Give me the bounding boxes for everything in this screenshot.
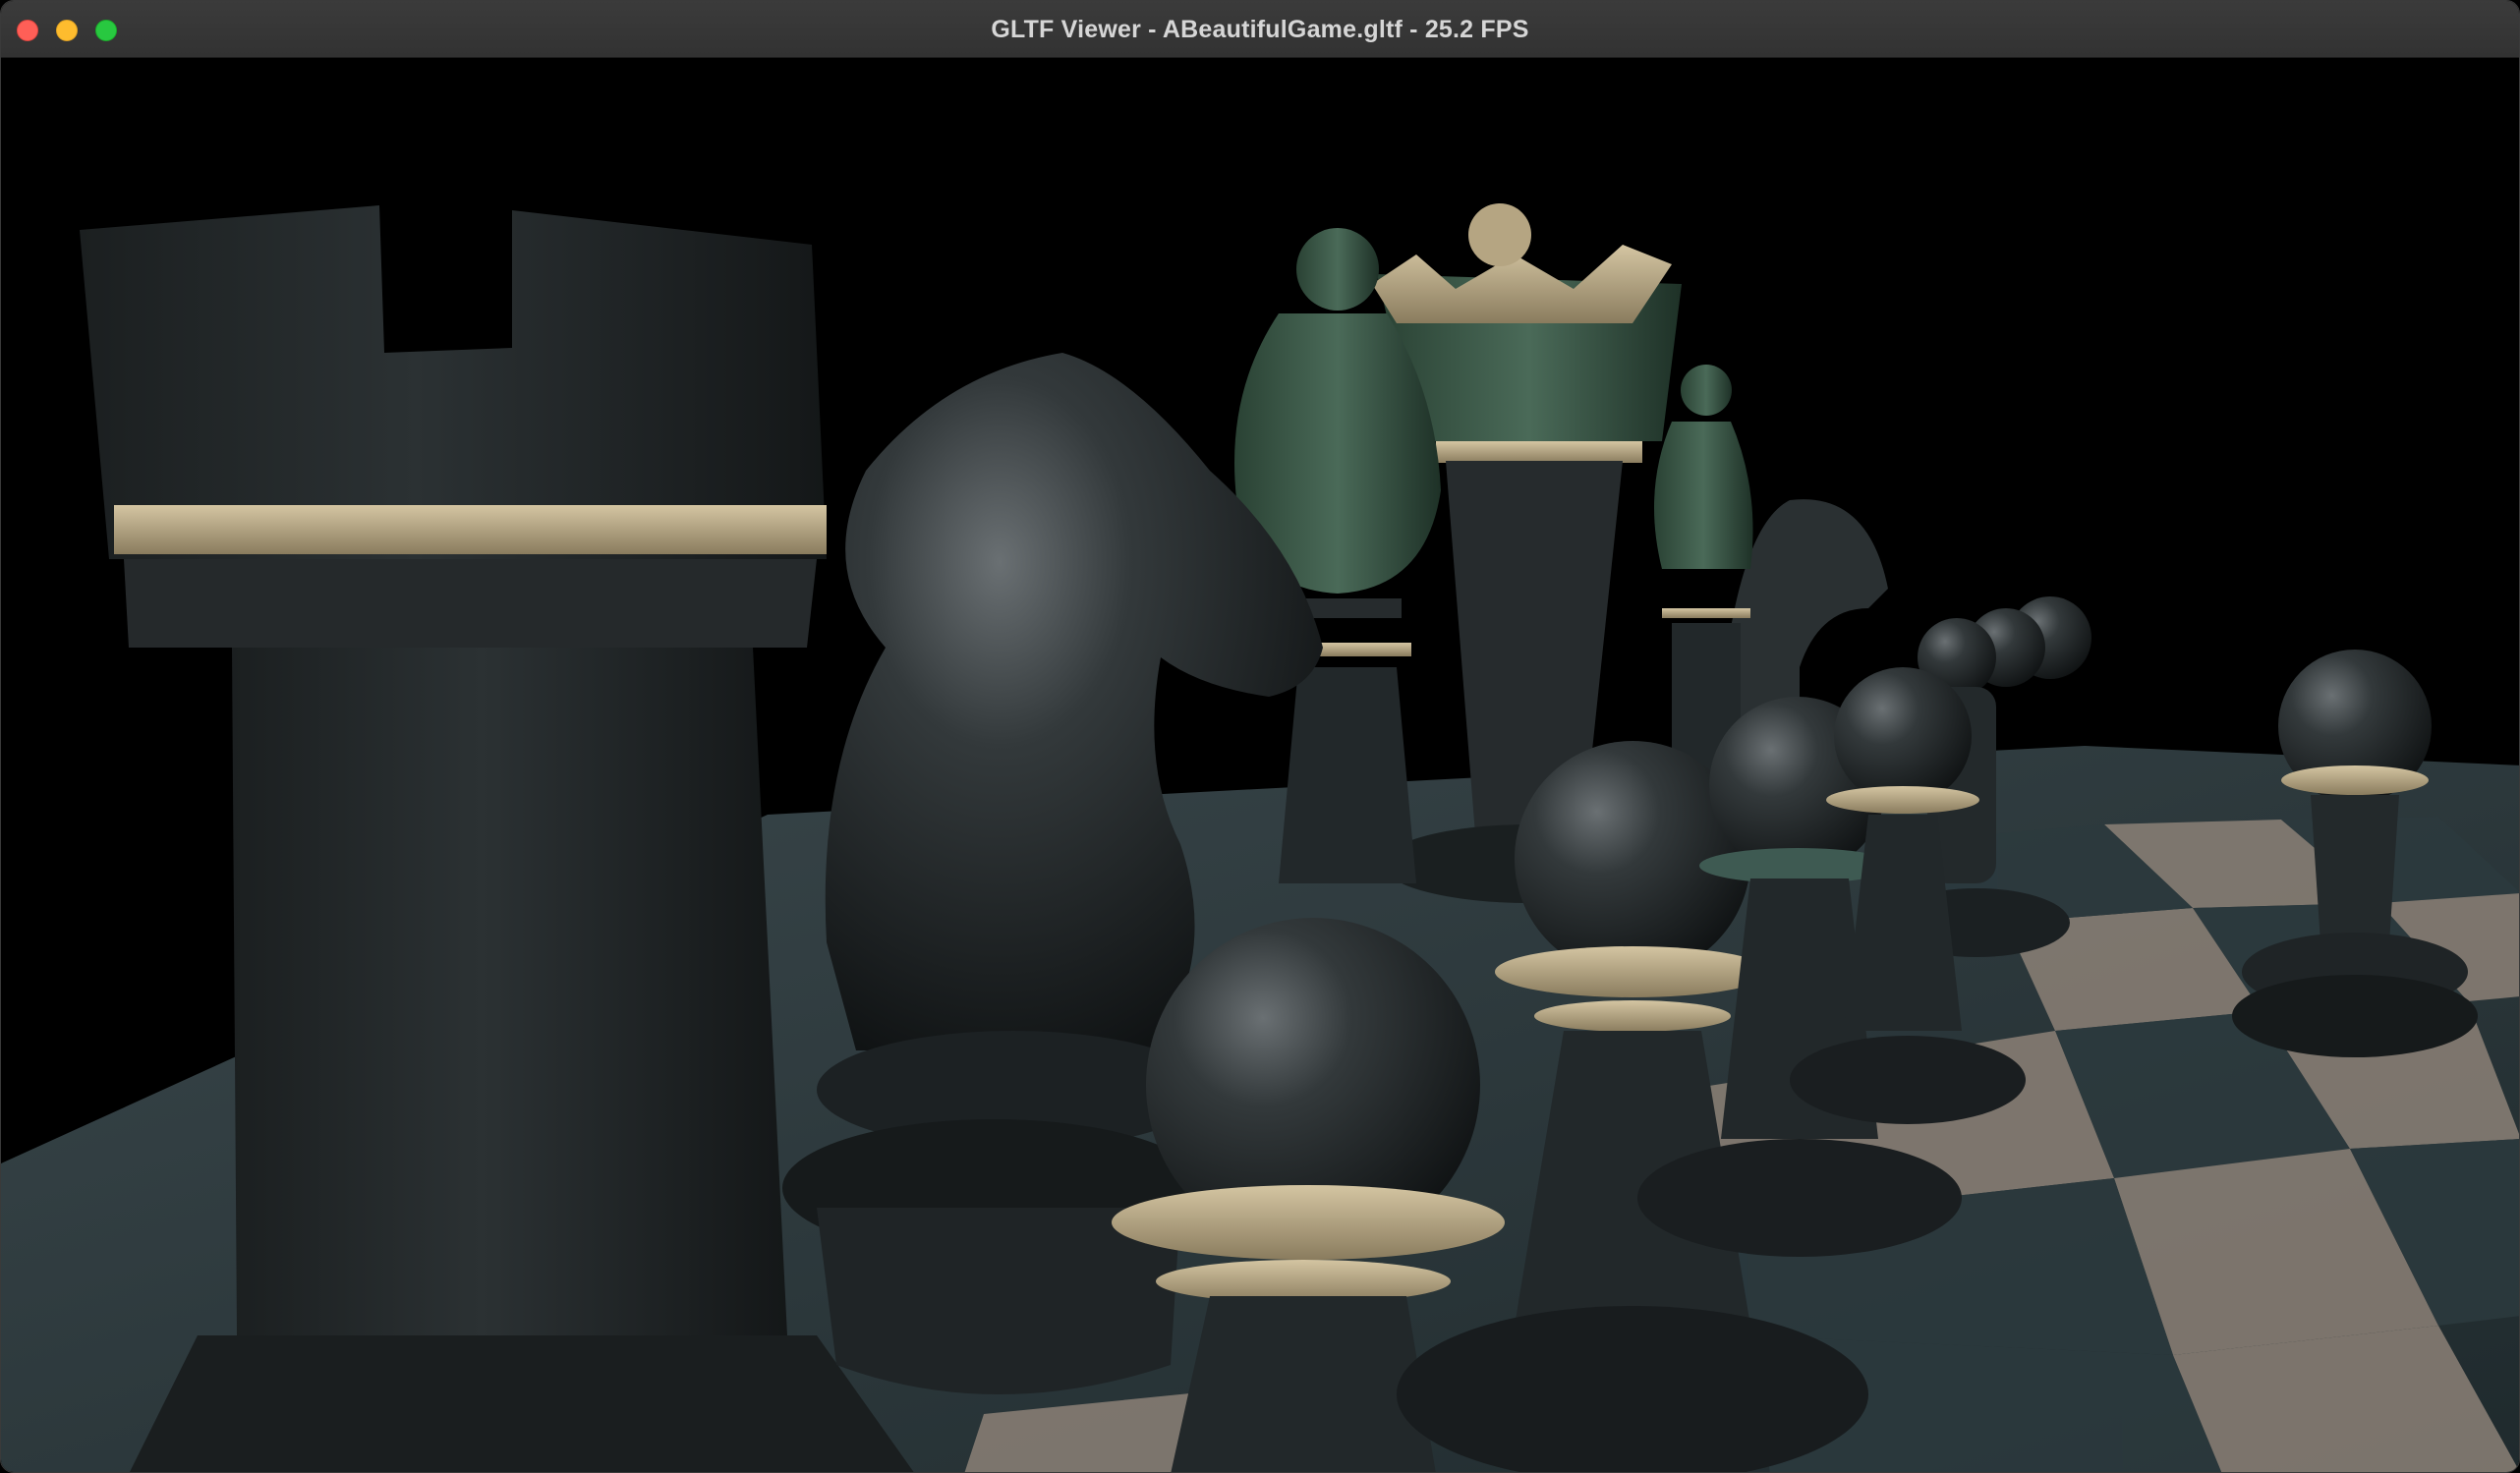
app-window: GLTF Viewer - ABeautifulGame.gltf - 25.2… <box>0 0 2520 1473</box>
title-bar[interactable]: GLTF Viewer - ABeautifulGame.gltf - 25.2… <box>1 1 2519 58</box>
window-title: GLTF Viewer - ABeautifulGame.gltf - 25.2… <box>991 16 1529 43</box>
render-viewport[interactable] <box>1 58 2520 1473</box>
scene-canvas[interactable] <box>1 58 2520 1473</box>
